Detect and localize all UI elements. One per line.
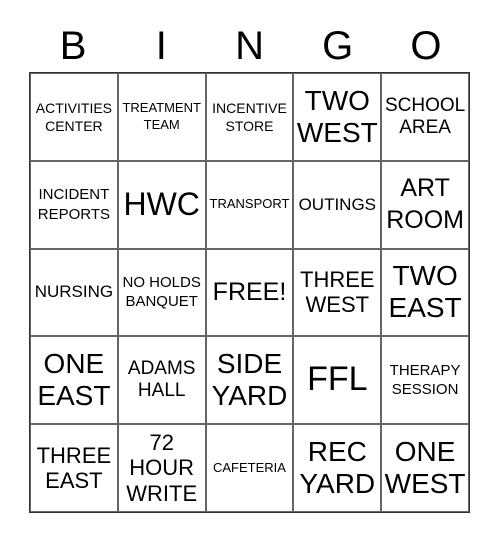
bingo-cell[interactable]: THREE EAST — [30, 424, 118, 512]
bingo-cell[interactable]: OUTINGS — [293, 160, 382, 249]
bingo-cell[interactable]: SCHOOL AREA — [381, 73, 469, 161]
cell-label: HWC — [123, 185, 200, 222]
bingo-cell[interactable]: INCIDENT REPORTS — [30, 160, 118, 249]
header-letter-n: N — [235, 24, 264, 68]
cell-label: 72 HOUR WRITE — [126, 430, 198, 506]
cell-label: TWO EAST — [388, 260, 462, 324]
bingo-cell[interactable]: HWC — [117, 160, 206, 249]
header-letter-i: I — [155, 24, 167, 68]
bingo-cell[interactable]: ACTIVITIES CENTER — [30, 73, 118, 161]
bingo-cell[interactable]: NO HOLDS BANQUET — [117, 248, 206, 337]
bingo-cell[interactable]: NURSING — [30, 248, 118, 337]
bingo-cell[interactable]: ART ROOM — [381, 160, 469, 249]
bingo-cell[interactable]: TREATMENT TEAM — [117, 73, 206, 161]
cell-label: SIDE YARD — [211, 348, 288, 412]
cell-label: TWO WEST — [296, 84, 378, 148]
header-letter-g: G — [322, 24, 354, 68]
bingo-cell[interactable]: THERAPY SESSION — [381, 336, 469, 425]
cell-label: CAFETERIA — [213, 459, 286, 475]
cell-label: TREATMENT TEAM — [122, 100, 201, 132]
cell-label: ADAMS HALL — [127, 358, 196, 402]
bingo-cell[interactable]: CAFETERIA — [205, 424, 294, 512]
cell-label: INCENTIVE STORE — [212, 99, 287, 134]
bingo-grid: ACTIVITIES CENTER TREATMENT TEAM INCENTI… — [29, 72, 470, 513]
bingo-cell[interactable]: 72 HOUR WRITE — [117, 424, 206, 512]
bingo-cell[interactable]: THREE WEST — [293, 248, 382, 337]
bingo-cell[interactable]: SIDE YARD — [205, 336, 294, 425]
cell-label: FFL — [307, 360, 368, 399]
cell-label: INCIDENT REPORTS — [37, 186, 111, 223]
free-space[interactable]: FREE! — [205, 248, 294, 337]
cell-label: ONE WEST — [384, 435, 466, 500]
bingo-cell[interactable]: TWO WEST — [293, 73, 382, 161]
cell-label: TRANSPORT — [209, 196, 290, 212]
bingo-cell[interactable]: INCENTIVE STORE — [205, 73, 294, 161]
header-letter-o: O — [410, 24, 442, 68]
bingo-cell[interactable]: ONE WEST — [381, 424, 469, 512]
cell-label: REC YARD — [299, 435, 376, 500]
cell-label: NURSING — [34, 282, 114, 302]
bingo-header: B I N G O — [29, 20, 470, 72]
bingo-cell[interactable]: TRANSPORT — [205, 160, 294, 249]
cell-label: THREE WEST — [300, 267, 375, 318]
cell-label: SCHOOL AREA — [384, 95, 466, 138]
cell-label: FREE! — [212, 277, 287, 306]
bingo-cell[interactable]: TWO EAST — [381, 248, 469, 337]
cell-label: ART ROOM — [386, 174, 464, 234]
bingo-cell[interactable]: ADAMS HALL — [117, 336, 206, 425]
header-letter-b: B — [59, 24, 87, 68]
bingo-cell[interactable]: ONE EAST — [30, 336, 118, 425]
cell-label: ACTIVITIES CENTER — [35, 99, 113, 134]
cell-label: OUTINGS — [298, 194, 377, 214]
bingo-cell[interactable]: FFL — [293, 336, 382, 425]
cell-label: THREE EAST — [36, 442, 112, 494]
cell-label: ONE EAST — [37, 348, 111, 412]
bingo-cell[interactable]: REC YARD — [293, 424, 382, 512]
cell-label: NO HOLDS BANQUET — [122, 273, 201, 311]
cell-label: THERAPY SESSION — [389, 361, 461, 399]
